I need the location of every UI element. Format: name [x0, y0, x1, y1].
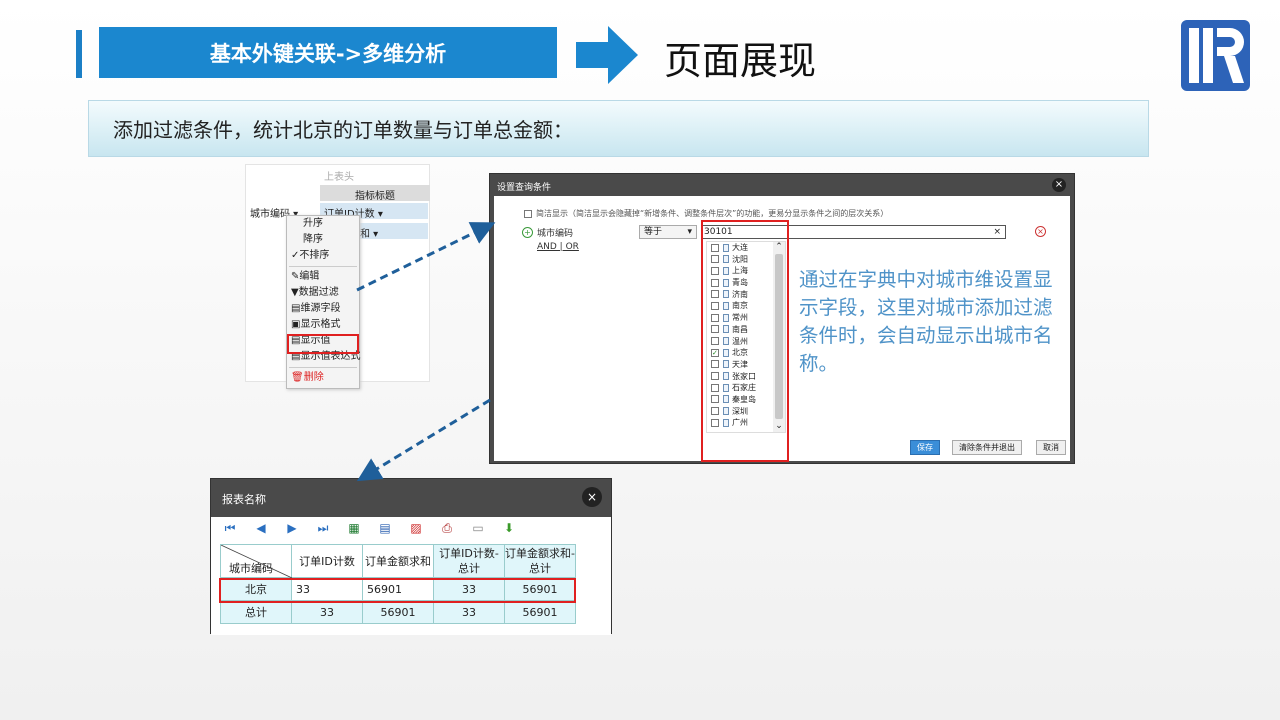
delete-condition-icon[interactable]: × [1035, 226, 1046, 237]
highlight-box [701, 220, 789, 462]
menu-divider [289, 367, 357, 368]
clear-icon[interactable]: × [993, 226, 1001, 238]
checkbox[interactable] [524, 209, 532, 218]
close-icon[interactable]: × [582, 487, 602, 507]
field-label: 城市编码 [537, 229, 574, 239]
next-page-icon[interactable]: ▶ [285, 521, 299, 535]
right-arrow-icon [576, 26, 638, 84]
menu-item-edit[interactable]: ✎编辑 [287, 269, 359, 285]
table-cell: 33 [291, 600, 363, 624]
highlight-box [287, 334, 359, 354]
top-header-cell: 上表头 [324, 172, 354, 183]
subtitle-text: 添加过滤条件，统计北京的订单数量与订单总金额： [113, 118, 573, 142]
first-page-icon[interactable]: ⏮ [223, 521, 237, 535]
menu-item-format-label: 显示格式 [300, 319, 341, 330]
table-row: 总计 33 56901 33 56901 [220, 600, 576, 624]
dialog-body: 简洁显示（简洁显示会隐藏掉“新增条件、调整条件层次”的功能，更易分显示条件之间的… [494, 196, 1070, 462]
explain-text: 通过在字典中对城市维设置显示字段，这里对城市添加过滤条件时，会自动显示出城市名称… [799, 268, 1053, 375]
word-icon[interactable]: ▤ [378, 521, 392, 535]
subtitle-bar: 添加过滤条件，统计北京的订单数量与订单总金额： [88, 100, 1149, 157]
excel-icon[interactable]: ▦ [347, 521, 361, 535]
download-icon[interactable]: ⬇ [502, 521, 516, 535]
report-title: 报表名称 [222, 493, 266, 506]
menu-item-nosort[interactable]: ✓不排序 [287, 248, 359, 264]
menu-item-desc[interactable]: 降序 [287, 232, 359, 248]
report-body: ⏮ ◀ ▶ ⏭ ▦ ▤ ▨ ⎙ ▭ ⬇ 城市编码 订单ID计数 订单金额求和 订… [211, 517, 611, 635]
context-menu-panel: 上表头 指标标题 城市编码 ▾ 订单ID计数 ▾ 求和 ▾ 升序 降序 ✓不排序… [245, 164, 430, 389]
accent-bar [76, 30, 82, 78]
menu-item-filter-label: 数据过滤 [298, 287, 339, 298]
indicator-header-cell: 指标标题 [320, 185, 430, 202]
column-header: 订单ID计数-总计 [433, 544, 505, 578]
clear-and-exit-button[interactable]: 清除条件并退出 [952, 440, 1022, 455]
save-button[interactable]: 保存 [910, 440, 940, 455]
trash-icon: 🗑 [291, 372, 304, 383]
menu-item-format[interactable]: ▣显示格式 [287, 317, 359, 333]
dashed-arrow-to-report [356, 398, 491, 482]
prev-page-icon[interactable]: ◀ [254, 521, 268, 535]
table-cell: 56901 [362, 600, 434, 624]
menu-item-filter[interactable]: ▼数据过滤 [287, 285, 359, 301]
menu-item-nosort-label: 不排序 [299, 250, 330, 261]
row-label: 总计 [220, 600, 292, 624]
query-condition-dialog: 设置查询条件 × 简洁显示（简洁显示会隐藏掉“新增条件、调整条件层次”的功能，更… [489, 173, 1075, 464]
compact-display-label: 简洁显示（简洁显示会隐藏掉“新增条件、调整条件层次”的功能，更易分显示条件之间的… [536, 209, 889, 218]
close-icon[interactable]: × [1052, 178, 1066, 192]
add-condition-icon[interactable]: + [522, 227, 533, 238]
chevron-down-icon: ▾ [687, 227, 692, 237]
logo-icon [1181, 20, 1250, 91]
last-page-icon[interactable]: ⏭ [316, 521, 330, 535]
menu-item-dim-field[interactable]: ▤维源字段 [287, 301, 359, 317]
menu-item-delete[interactable]: 🗑删除 [287, 370, 359, 386]
report-window: 报表名称 × ⏮ ◀ ▶ ⏭ ▦ ▤ ▨ ⎙ ▭ ⬇ 城市编码 订单ID计数 订… [210, 478, 612, 635]
column-header: 订单ID计数 [291, 544, 363, 578]
table-cell: 56901 [504, 600, 576, 624]
print-icon[interactable]: ⎙ [440, 521, 454, 535]
compact-display-option[interactable]: 简洁显示（简洁显示会隐藏掉“新增条件、调整条件层次”的功能，更易分显示条件之间的… [524, 208, 888, 219]
and-or-link[interactable]: AND | OR [537, 242, 579, 252]
menu-divider [289, 266, 357, 267]
menu-item-asc[interactable]: 升序 [287, 216, 359, 232]
menu-item-edit-label: 编辑 [299, 271, 320, 282]
report-toolbar: ⏮ ◀ ▶ ⏭ ▦ ▤ ▨ ⎙ ▭ ⬇ [223, 521, 516, 535]
menu-item-delete-label: 删除 [303, 372, 324, 383]
text-export-icon[interactable]: ▭ [471, 521, 485, 535]
cancel-button[interactable]: 取消 [1036, 440, 1066, 455]
dialog-title: 设置查询条件 [497, 183, 552, 193]
column-header: 订单金额求和 [362, 544, 434, 578]
operator-select[interactable]: 等于 ▾ [639, 225, 697, 239]
page-heading: 页面展现 [664, 39, 817, 83]
highlight-box [219, 578, 576, 603]
menu-item-dim-field-label: 维源字段 [300, 303, 341, 314]
context-menu: 升序 降序 ✓不排序 ✎编辑 ▼数据过滤 ▤维源字段 ▣显示格式 ▤显示值 ▤显… [286, 215, 360, 389]
operator-value: 等于 [644, 227, 663, 237]
table-cell: 33 [433, 600, 505, 624]
corner-label: 城市编码 [229, 562, 273, 575]
corner-cell: 城市编码 [220, 544, 292, 578]
pdf-icon[interactable]: ▨ [409, 521, 423, 535]
filter-icon: ▼ [291, 287, 299, 298]
table-header-row: 城市编码 订单ID计数 订单金额求和 订单ID计数-总计 订单金额求和-总计 [220, 544, 576, 578]
column-header: 订单金额求和-总计 [504, 544, 576, 578]
section-title: 基本外键关联->多维分析 [99, 27, 557, 78]
